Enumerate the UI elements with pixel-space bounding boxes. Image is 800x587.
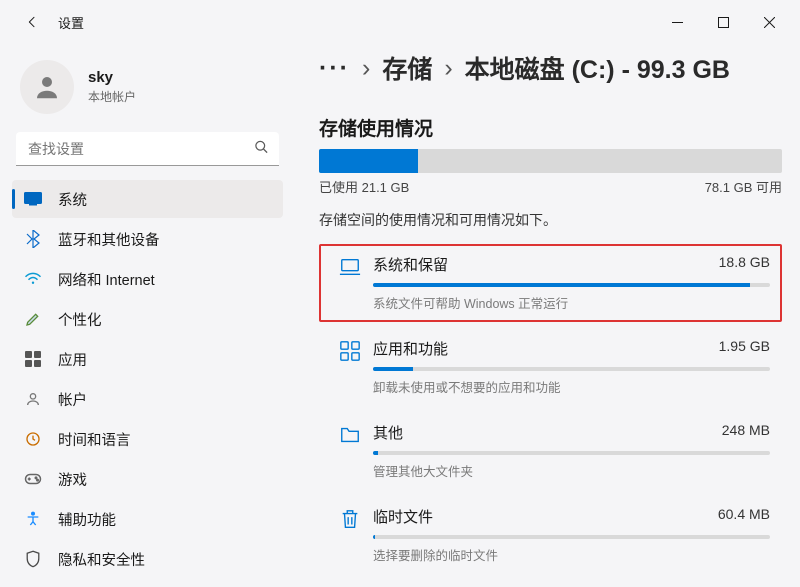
nav-item-network[interactable]: 网络和 Internet — [12, 260, 283, 298]
shield-icon — [24, 550, 42, 568]
storage-category-item[interactable]: 系统和保留 18.8 GB 系统文件可帮助 Windows 正常运行 — [319, 244, 782, 322]
back-button[interactable] — [18, 8, 46, 36]
nav-item-apps[interactable]: 应用 — [12, 340, 283, 378]
category-list: 系统和保留 18.8 GB 系统文件可帮助 Windows 正常运行 应用和功能… — [319, 244, 782, 587]
storage-category-item[interactable]: 文档 0 字节 管理“文档”文件夹 — [319, 580, 782, 587]
breadcrumb-sep: › — [444, 54, 452, 83]
window-title: 设置 — [58, 13, 84, 32]
wifi-icon — [24, 270, 42, 288]
category-sub: 卸载未使用或不想要的应用和功能 — [373, 377, 770, 396]
grid-icon — [327, 338, 373, 396]
category-sub: 选择要删除的临时文件 — [373, 545, 770, 564]
category-title: 应用和功能 — [373, 338, 719, 359]
breadcrumb-more[interactable]: ··· — [319, 54, 350, 83]
category-size: 18.8 GB — [719, 254, 770, 275]
main-content: ··· › 存储 › 本地磁盘 (C:) - 99.3 GB 存储使用情况 已使… — [295, 44, 800, 587]
breadcrumb: ··· › 存储 › 本地磁盘 (C:) - 99.3 GB — [319, 44, 782, 102]
system-icon — [24, 190, 42, 208]
section-title: 存储使用情况 — [319, 114, 782, 141]
nav-item-personalization[interactable]: 个性化 — [12, 300, 283, 338]
breadcrumb-current: 本地磁盘 (C:) - 99.3 GB — [465, 50, 730, 86]
laptop-icon — [327, 254, 373, 312]
apps-icon — [24, 350, 42, 368]
storage-category-item[interactable]: 临时文件 60.4 MB 选择要删除的临时文件 — [319, 496, 782, 574]
nav-label: 个性化 — [58, 309, 102, 330]
nav-label: 辅助功能 — [58, 509, 116, 530]
category-bar — [373, 283, 770, 287]
nav-item-privacy[interactable]: 隐私和安全性 — [12, 540, 283, 578]
close-icon — [764, 17, 775, 28]
category-sub: 管理其他大文件夹 — [373, 461, 770, 480]
brush-icon — [24, 310, 42, 328]
nav-item-time-language[interactable]: 时间和语言 — [12, 420, 283, 458]
category-sub: 系统文件可帮助 Windows 正常运行 — [373, 293, 770, 312]
user-block[interactable]: sky 本地帐户 — [12, 54, 283, 132]
trash-icon — [327, 506, 373, 564]
maximize-icon — [718, 17, 729, 28]
category-title: 系统和保留 — [373, 254, 719, 275]
storage-category-item[interactable]: 应用和功能 1.95 GB 卸载未使用或不想要的应用和功能 — [319, 328, 782, 406]
nav-item-accounts[interactable]: 帐户 — [12, 380, 283, 418]
category-size: 248 MB — [722, 422, 770, 443]
search-input[interactable] — [16, 132, 279, 166]
storage-category-item[interactable]: 其他 248 MB 管理其他大文件夹 — [319, 412, 782, 490]
nav-label: 应用 — [58, 349, 87, 370]
usage-legend: 已使用 21.1 GB 78.1 GB 可用 — [319, 177, 782, 196]
breadcrumb-parent[interactable]: 存储 — [382, 50, 432, 86]
nav-label: 帐户 — [58, 389, 87, 410]
category-size: 1.95 GB — [719, 338, 770, 359]
category-size: 60.4 MB — [718, 506, 770, 527]
maximize-button[interactable] — [700, 6, 746, 38]
window-controls — [654, 6, 792, 38]
usage-desc: 存储空间的使用情况和可用情况如下。 — [319, 210, 782, 230]
overall-usage-fill — [319, 149, 418, 173]
search-icon — [254, 140, 269, 159]
breadcrumb-sep: › — [362, 54, 370, 83]
category-title: 临时文件 — [373, 506, 718, 527]
category-bar — [373, 451, 770, 455]
search-box — [16, 132, 279, 166]
clock-icon — [24, 430, 42, 448]
nav-label: 蓝牙和其他设备 — [58, 229, 160, 250]
nav-label: 游戏 — [58, 469, 87, 490]
category-bar — [373, 367, 770, 371]
titlebar: 设置 — [0, 0, 800, 44]
category-bar — [373, 535, 770, 539]
nav-label: 隐私和安全性 — [58, 549, 145, 570]
nav: 系统 蓝牙和其他设备 网络和 Internet 个性化 应用 — [12, 176, 283, 587]
nav-item-bluetooth[interactable]: 蓝牙和其他设备 — [12, 220, 283, 258]
user-name: sky — [88, 69, 136, 86]
close-button[interactable] — [746, 6, 792, 38]
bluetooth-icon — [24, 230, 42, 248]
usage-free-text: 78.1 GB 可用 — [705, 177, 782, 196]
minimize-button[interactable] — [654, 6, 700, 38]
minimize-icon — [672, 17, 683, 28]
nav-item-system[interactable]: 系统 — [12, 180, 283, 218]
sidebar: sky 本地帐户 系统 蓝牙和其他设备 网络和 Int — [0, 44, 295, 587]
nav-item-accessibility[interactable]: 辅助功能 — [12, 500, 283, 538]
user-account: 本地帐户 — [88, 88, 136, 105]
arrow-left-icon — [24, 14, 40, 30]
game-icon — [24, 470, 42, 488]
category-title: 其他 — [373, 422, 722, 443]
nav-item-gaming[interactable]: 游戏 — [12, 460, 283, 498]
nav-label: 系统 — [58, 189, 87, 210]
usage-used-text: 已使用 21.1 GB — [319, 177, 409, 196]
folder-icon — [327, 422, 373, 480]
nav-label: 网络和 Internet — [58, 269, 155, 290]
user-icon — [32, 72, 62, 102]
overall-usage-bar — [319, 149, 782, 173]
nav-label: 时间和语言 — [58, 429, 131, 450]
user-icon — [24, 390, 42, 408]
accessibility-icon — [24, 510, 42, 528]
avatar — [20, 60, 74, 114]
